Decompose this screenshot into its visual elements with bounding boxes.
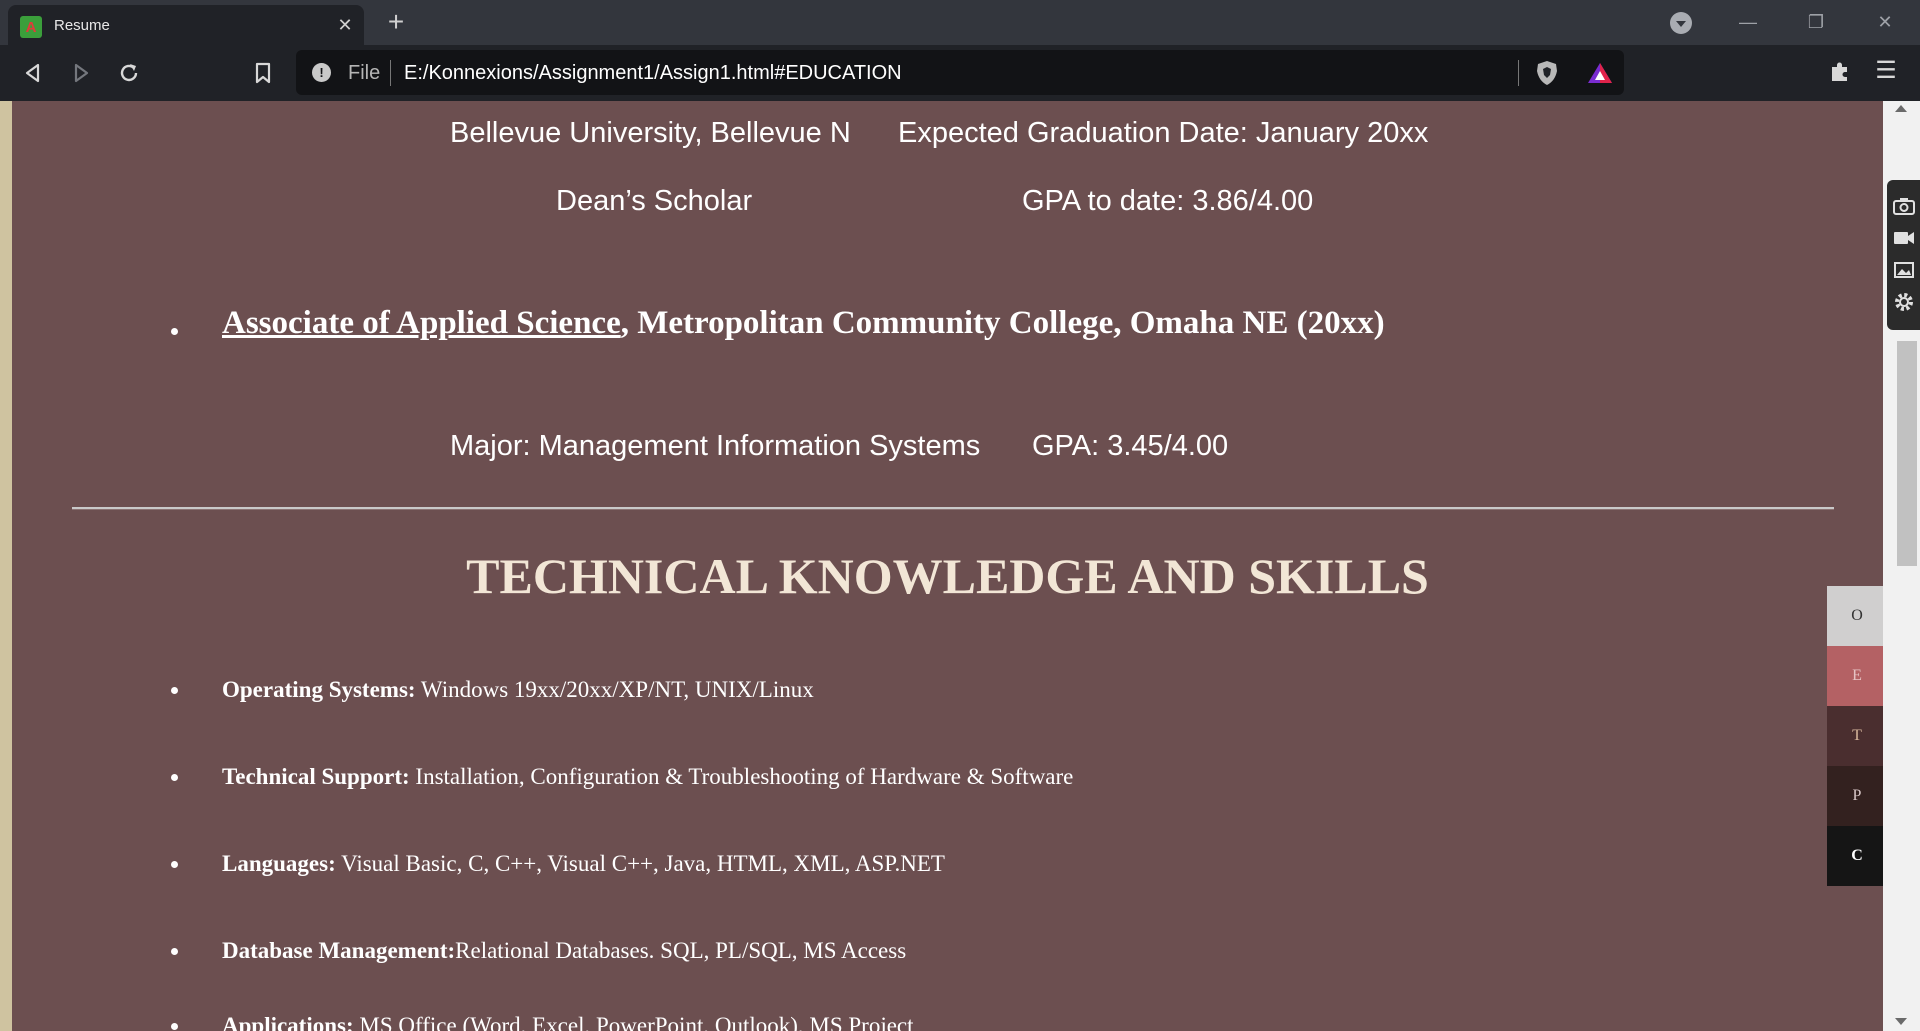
skill-label: Languages: (222, 851, 336, 876)
settings-icon[interactable] (1892, 290, 1916, 314)
capture-toolbar (1887, 180, 1920, 330)
url-scheme-label: File (348, 62, 381, 84)
reload-icon[interactable] (114, 58, 144, 88)
plus-icon[interactable]: + (382, 8, 410, 36)
bellevue-university: Bellevue University, Bellevue N (450, 117, 851, 149)
back-icon[interactable] (18, 58, 48, 88)
tab-dropdown-icon[interactable] (1670, 12, 1692, 34)
deans-scholar: Dean’s Scholar (556, 185, 753, 217)
brave-rewards-icon[interactable] (1586, 61, 1614, 85)
skill-value: Visual Basic, C, C++, Visual C++, Java, … (335, 851, 945, 876)
section-divider (72, 507, 1834, 510)
tab-title: Resume (54, 17, 110, 34)
restore-button[interactable]: ❐ (1793, 6, 1839, 38)
tab-strip: A Resume ✕ + — ❐ ✕ (0, 0, 1920, 45)
page-left-border (0, 101, 12, 1031)
address-bar[interactable]: ! File E:/Konnexions/Assignment1/Assign1… (296, 50, 1624, 95)
bullet (171, 1023, 178, 1030)
major-gpa: GPA: 3.45/4.00 (1032, 430, 1229, 462)
gallery-icon[interactable] (1892, 258, 1916, 282)
quick-nav-projects[interactable]: P (1827, 766, 1887, 826)
camera-icon[interactable] (1892, 194, 1916, 218)
video-icon[interactable] (1892, 226, 1916, 250)
minimize-button[interactable]: — (1725, 6, 1771, 38)
skill-label: Technical Support: (222, 764, 410, 789)
scroll-thumb[interactable] (1897, 341, 1917, 566)
brave-shield-icon[interactable] (1534, 59, 1560, 87)
skill-label: Database Management: (222, 938, 456, 963)
bullet (171, 687, 178, 694)
expected-graduation: Expected Graduation Date: January 20xx (898, 117, 1429, 149)
skill-value: MS Office (Word, Excel, PowerPoint, Outl… (353, 1013, 914, 1031)
skill-value: Windows 19xx/20xx/XP/NT, UNIX/Linux (415, 677, 814, 702)
tab-resume[interactable]: A Resume ✕ (8, 5, 364, 45)
browser-toolbar: ! File E:/Konnexions/Assignment1/Assign1… (0, 45, 1920, 101)
url-divider (390, 60, 391, 86)
gpa-to-date: GPA to date: 3.86/4.00 (1022, 185, 1314, 217)
skill-label: Operating Systems: (222, 677, 416, 702)
extensions-icon[interactable] (1826, 57, 1854, 85)
bullet (171, 774, 178, 781)
quick-nav-technical[interactable]: T (1827, 706, 1887, 766)
skill-label: Applications: (222, 1013, 354, 1031)
bookmark-icon[interactable] (248, 58, 278, 88)
window-close-button[interactable]: ✕ (1862, 6, 1908, 38)
quick-nav-objective[interactable]: O (1827, 586, 1887, 646)
section-title-technical-skills: TECHNICAL KNOWLEDGE AND SKILLS (466, 548, 1429, 604)
associate-degree-entry: Associate of Applied Science, Metropolit… (222, 305, 1385, 342)
skill-value: Relational Databases. SQL, PL/SQL, MS Ac… (455, 938, 907, 963)
section-quick-nav: O E T P C (1827, 586, 1887, 886)
quick-nav-contact[interactable]: C (1827, 826, 1887, 886)
scroll-up-arrow[interactable] (1895, 105, 1907, 112)
associate-degree-details: , Metropolitan Community College, Omaha … (620, 305, 1385, 341)
favicon-icon: A (20, 16, 42, 38)
info-icon[interactable]: ! (312, 63, 331, 82)
scroll-down-arrow[interactable] (1895, 1018, 1907, 1025)
resume-page: Bellevue University, Bellevue N Expected… (12, 101, 1883, 1031)
forward-icon[interactable] (66, 58, 96, 88)
bullet (171, 948, 178, 955)
close-icon[interactable]: ✕ (334, 14, 356, 36)
associate-degree-link[interactable]: Associate of Applied Science (222, 305, 621, 341)
url-text[interactable]: E:/Konnexions/Assignment1/Assign1.html#E… (404, 62, 902, 85)
bullet (171, 328, 178, 335)
menu-icon[interactable]: ☰ (1872, 57, 1900, 85)
url-divider (1518, 60, 1519, 86)
skill-value: Installation, Configuration & Troublesho… (409, 764, 1074, 789)
quick-nav-education[interactable]: E (1827, 646, 1887, 706)
major: Major: Management Information Systems (450, 430, 981, 462)
bullet (171, 861, 178, 868)
